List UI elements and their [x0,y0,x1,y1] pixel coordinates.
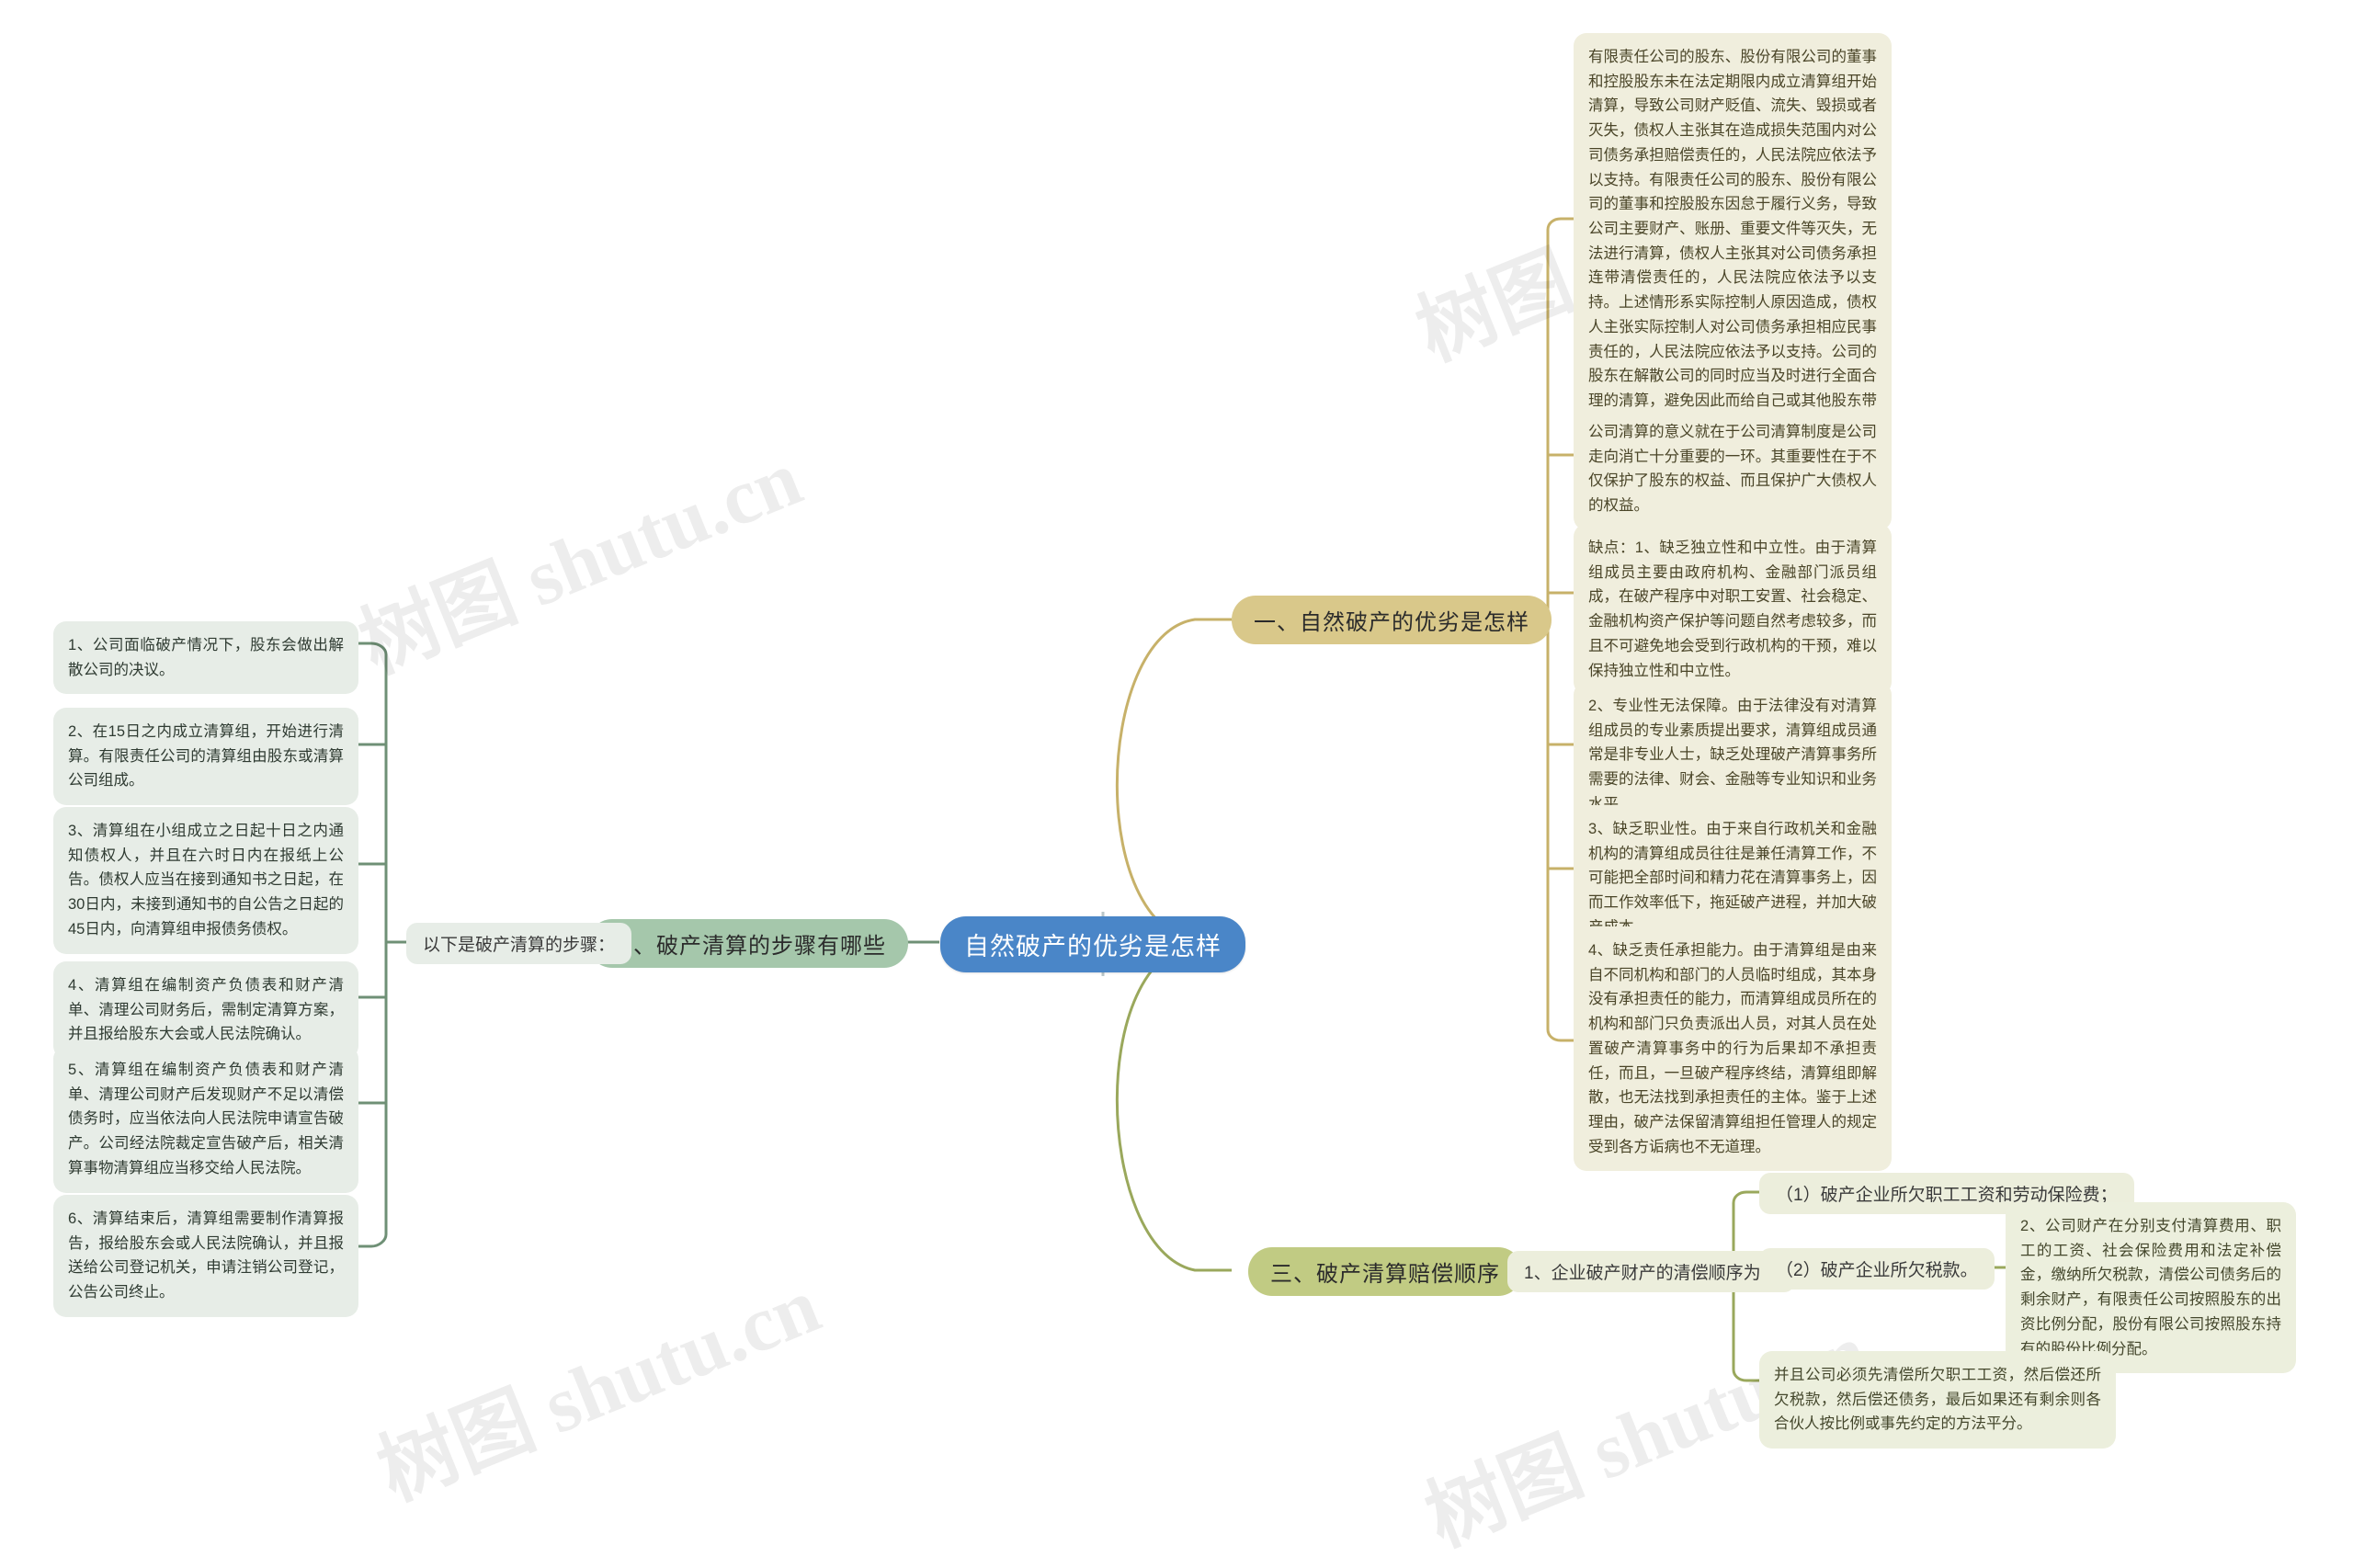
leaf-card-text: 2、在15日之内成立清算组，开始进行清算。有限责任公司的清算组由股东或清算公司组… [68,723,344,790]
order-item[interactable]: （2）破产企业所欠税款。 [1759,1248,1995,1290]
leaf-card-text: 4、清算组在编制资产负债表和财产清单、清理公司财务后，需制定清算方案，并且报给股… [68,977,344,1043]
leaf-card[interactable]: 5、清算组在编制资产负债表和财产清单、清理公司财产后发现财产不足以清偿债务时，应… [53,1046,358,1193]
leaf-card-text: 有限责任公司的股东、股份有限公司的董事和控股股东未在法定期限内成立清算组开始清算… [1588,49,1877,434]
leaf-card[interactable]: 有限责任公司的股东、股份有限公司的董事和控股股东未在法定期限内成立清算组开始清算… [1574,33,1892,450]
branch-node-2-label: 二、破产清算的步骤有哪些 [610,934,886,959]
root-node[interactable]: 自然破产的优劣是怎样 [940,916,1245,972]
branch-node-3-label: 三、破产清算赔偿顺序 [1270,1262,1500,1287]
sub-label-steps[interactable]: 以下是破产清算的步骤： [406,923,632,964]
leaf-card[interactable]: 6、清算结束后，清算组需要制作清算报告，报给股东会或人民法院确认，并且报送给公司… [53,1195,358,1317]
edge-to-b1-leaf-6 [1546,1028,1574,1042]
leaf-card-text: 1、公司面临破产情况下，股东会做出解散公司的决议。 [68,637,344,678]
leaf-card-text: 公司清算的意义就在于公司清算制度是公司走向消亡十分重要的一环。其重要性在于不仅保… [1588,424,1877,515]
leaf-card[interactable]: 2、公司财产在分别支付清算费用、职工的工资、社会保险费用和法定补偿金，缴纳所欠税… [2006,1202,2296,1374]
leaf-card[interactable]: 3、清算组在小组成立之日起十日之内通知债权人，并且在六时日内在报纸上公告。债权人… [53,807,358,954]
leaf-card[interactable]: 1、公司面临破产情况下，股东会做出解散公司的决议。 [53,621,358,695]
leaf-card-text: 2、公司财产在分别支付清算费用、职工的工资、社会保险费用和法定补偿金，缴纳所欠税… [2020,1218,2281,1358]
order-item-text: （2）破产企业所欠税款。 [1776,1261,1978,1280]
leaf-card-text: 4、缺乏责任承担能力。由于清算组是由来自不同机构和部门的人员临时组成，其本身没有… [1588,942,1877,1155]
branch-node-3[interactable]: 三、破产清算赔偿顺序 [1248,1247,1522,1296]
branch-node-1-label: 一、自然破产的优劣是怎样 [1254,610,1529,635]
edge-to-b3-item-1 [1732,1190,1759,1204]
leaf-card-text: 并且公司必须先清偿所欠职工工资，然后偿还所欠税款，然后偿还债务，最后如果还有剩余… [1774,1367,2101,1433]
leaf-card[interactable]: 缺点：1、缺乏独立性和中立性。由于清算组成员主要由政府机构、金融部门派员组成，在… [1574,524,1892,696]
leaf-card-text: 5、清算组在编制资产负债表和财产清单、清理公司财产后发现财产不足以清偿债务时，应… [68,1062,344,1176]
sub-label-order-text: 1、企业破产财产的清偿顺序为： [1524,1264,1779,1283]
leaf-card[interactable]: 4、缺乏责任承担能力。由于清算组是由来自不同机构和部门的人员临时组成，其本身没有… [1574,926,1892,1172]
edge-root-to-branch-3 [1115,940,1232,1272]
leaf-card-text: 3、缺乏职业性。由于来自行政机关和金融机构的清算组成员往往是兼任清算工作，不可能… [1588,821,1877,936]
leaf-card-text: 3、清算组在小组成立之日起十日之内通知债权人，并且在六时日内在报纸上公告。债权人… [68,823,344,937]
branch-node-1[interactable]: 一、自然破产的优劣是怎样 [1232,596,1552,644]
leaf-card[interactable]: 2、在15日之内成立清算组，开始进行清算。有限责任公司的清算组由股东或清算公司组… [53,708,358,806]
leaf-card[interactable]: 4、清算组在编制资产负债表和财产清单、清理公司财务后，需制定清算方案，并且报给股… [53,961,358,1060]
leaf-card[interactable]: 并且公司必须先清偿所欠职工工资，然后偿还所欠税款，然后偿还债务，最后如果还有剩余… [1759,1351,2116,1449]
leaf-card-text: 6、清算结束后，清算组需要制作清算报告，报给股东会或人民法院确认，并且报送给公司… [68,1210,344,1301]
leaf-card[interactable]: 公司清算的意义就在于公司清算制度是公司走向消亡十分重要的一环。其重要性在于不仅保… [1574,408,1892,530]
edge-to-b2-leaf-1 [358,642,388,655]
edge-to-b2-leaf-6 [358,1233,388,1248]
leaf-card-text: 2、专业性无法保障。由于法律没有对清算组成员的专业素质提出要求，清算组成员通常是… [1588,698,1877,812]
edge-root-to-branch-1 [1115,618,1232,944]
sub-label-steps-text: 以下是破产清算的步骤： [423,936,616,955]
edge-to-b3-leaf-2 [1732,1369,1759,1382]
sub-label-order[interactable]: 1、企业破产财产的清偿顺序为： [1507,1251,1795,1292]
branch-node-2[interactable]: 二、破产清算的步骤有哪些 [588,919,908,968]
root-node-label: 自然破产的优劣是怎样 [964,933,1222,960]
edge-to-b1-leaf-1 [1546,217,1574,231]
leaf-card-text: 缺点：1、缺乏独立性和中立性。由于清算组成员主要由政府机构、金融部门派员组成，在… [1588,540,1877,679]
